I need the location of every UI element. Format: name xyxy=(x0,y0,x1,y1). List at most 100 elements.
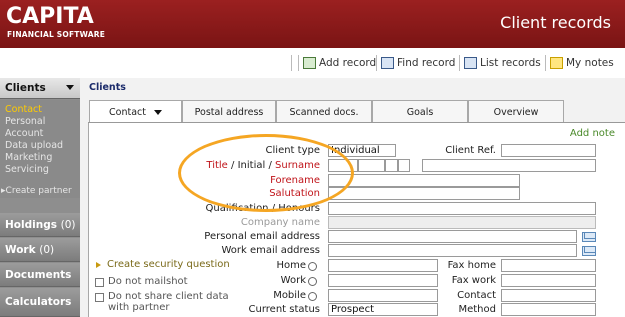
tab-goals[interactable]: Goals xyxy=(372,100,468,123)
work-phone-radio[interactable] xyxy=(308,277,317,286)
logo-subtitle: FINANCIAL SOFTWARE xyxy=(7,30,106,39)
method-label: Method xyxy=(458,304,496,315)
toolbar-separator xyxy=(459,55,460,71)
app-header: CAPITA FINANCIAL SOFTWARE Client records xyxy=(0,0,625,48)
find-record-label: Find record xyxy=(397,57,456,69)
chevron-down-icon xyxy=(66,85,74,90)
tab-scanned-docs-label: Scanned docs. xyxy=(289,106,359,118)
add-note-link[interactable]: Add note xyxy=(570,128,615,139)
contact-field[interactable] xyxy=(501,289,596,302)
work-email-field[interactable] xyxy=(328,244,577,257)
sidebar-documents[interactable]: Documents xyxy=(0,263,80,287)
do-not-mailshot-checkbox[interactable] xyxy=(95,278,104,287)
work-email-label: Work email address xyxy=(221,245,320,256)
mobile-phone-radio[interactable] xyxy=(308,292,317,301)
tab-contact[interactable]: Contact xyxy=(89,100,182,124)
toolbar-separator xyxy=(545,55,546,71)
add-record-icon xyxy=(303,57,316,69)
find-record-button[interactable]: Find record xyxy=(381,56,455,70)
title-select[interactable] xyxy=(328,159,358,172)
arrow-right-icon xyxy=(96,262,101,268)
tab-postal-address-label: Postal address xyxy=(194,106,264,118)
mobile-phone-field[interactable] xyxy=(328,289,438,302)
contact-label: Contact xyxy=(457,290,496,301)
company-name-field xyxy=(328,216,596,229)
surname-field[interactable] xyxy=(422,159,596,172)
initial-field-3[interactable] xyxy=(398,159,410,172)
work-label: Work xyxy=(5,243,36,256)
chevron-down-icon xyxy=(153,110,162,115)
fax-home-label: Fax home xyxy=(447,260,496,271)
company-name-label: Company name xyxy=(240,217,320,228)
sidebar-menu: Contact Personal Account Data upload Mar… xyxy=(0,100,80,198)
sidebar-holdings[interactable]: Holdings (0) xyxy=(0,213,80,237)
tab-scanned-docs[interactable]: Scanned docs. xyxy=(276,100,372,123)
sidebar-clients-dropdown[interactable]: Clients xyxy=(0,78,80,99)
find-record-icon xyxy=(381,57,394,69)
sidebar-item-personal[interactable]: Personal xyxy=(5,116,45,127)
tab-goals-label: Goals xyxy=(406,106,434,118)
home-phone-label: Home xyxy=(276,260,306,271)
sidebar: Clients Contact Personal Account Data up… xyxy=(0,78,80,317)
create-security-question-link[interactable]: Create security question xyxy=(107,259,230,270)
toolbar-separator xyxy=(298,55,299,71)
tab-postal-address[interactable]: Postal address xyxy=(182,100,276,123)
personal-email-label: Personal email address xyxy=(204,231,320,242)
sidebar-item-data-upload[interactable]: Data upload xyxy=(5,140,63,151)
work-phone-field[interactable] xyxy=(328,274,438,287)
add-record-label: Add record xyxy=(319,57,377,69)
surname-label: Surname xyxy=(275,160,320,171)
client-ref-label: Client Ref. xyxy=(445,145,496,156)
list-records-label: List records xyxy=(480,57,541,69)
toolbar-separator xyxy=(376,55,377,71)
calculators-label: Calculators xyxy=(5,296,72,308)
list-records-button[interactable]: List records xyxy=(464,56,541,70)
toolbar-separator xyxy=(291,55,292,71)
do-not-share-label-2: with partner xyxy=(108,302,170,313)
initial-field-2[interactable] xyxy=(385,159,398,172)
email-icon[interactable] xyxy=(582,232,596,242)
sidebar-work[interactable]: Work (0) xyxy=(0,238,80,262)
client-ref-field[interactable] xyxy=(501,144,596,157)
breadcrumb[interactable]: Clients xyxy=(89,82,126,93)
current-status-select[interactable]: Prospect xyxy=(328,303,438,316)
fax-work-field[interactable] xyxy=(501,274,596,287)
do-not-share-checkbox[interactable] xyxy=(95,293,104,302)
method-select[interactable] xyxy=(501,303,596,316)
current-status-label: Current status xyxy=(248,304,320,315)
title-label: Title xyxy=(206,160,228,171)
tab-overview[interactable]: Overview xyxy=(468,100,564,123)
initial-label: Initial xyxy=(237,160,266,171)
do-not-share-label: Do not share client data xyxy=(108,291,229,302)
sidebar-item-marketing[interactable]: Marketing xyxy=(5,152,52,163)
add-record-button[interactable]: Add record xyxy=(303,56,376,70)
my-notes-label: My notes xyxy=(566,57,614,69)
sidebar-clients-label: Clients xyxy=(5,82,46,94)
home-phone-radio[interactable] xyxy=(308,262,317,271)
sidebar-calculators[interactable]: Calculators xyxy=(0,288,80,317)
forename-field[interactable] xyxy=(328,174,520,187)
email-icon[interactable] xyxy=(582,246,596,256)
sidebar-item-servicing[interactable]: Servicing xyxy=(5,164,49,175)
home-phone-field[interactable] xyxy=(328,259,438,272)
initial-field-1[interactable] xyxy=(358,159,385,172)
qualification-label: Qualification / Honours xyxy=(205,203,320,214)
mobile-phone-label: Mobile xyxy=(273,290,306,301)
create-partner-link[interactable]: ▸Create partner xyxy=(1,186,72,196)
create-partner-label: Create partner xyxy=(5,186,72,196)
separator-slash: / xyxy=(268,160,272,171)
qualification-field[interactable] xyxy=(328,202,596,215)
fax-home-field[interactable] xyxy=(501,259,596,272)
documents-label: Documents xyxy=(5,268,72,281)
sidebar-item-contact[interactable]: Contact xyxy=(5,104,42,115)
salutation-field[interactable] xyxy=(328,187,520,200)
tab-overview-label: Overview xyxy=(493,106,539,118)
my-notes-button[interactable]: My notes xyxy=(550,56,614,70)
tab-contact-label: Contact xyxy=(109,107,146,118)
work-phone-label: Work xyxy=(280,275,306,286)
title-initial-surname-label: Title / Initial / Surname xyxy=(150,160,320,171)
client-type-select[interactable]: Individual xyxy=(328,144,396,157)
sidebar-item-account[interactable]: Account xyxy=(5,128,43,139)
list-records-icon xyxy=(464,57,477,69)
personal-email-field[interactable] xyxy=(328,230,577,243)
